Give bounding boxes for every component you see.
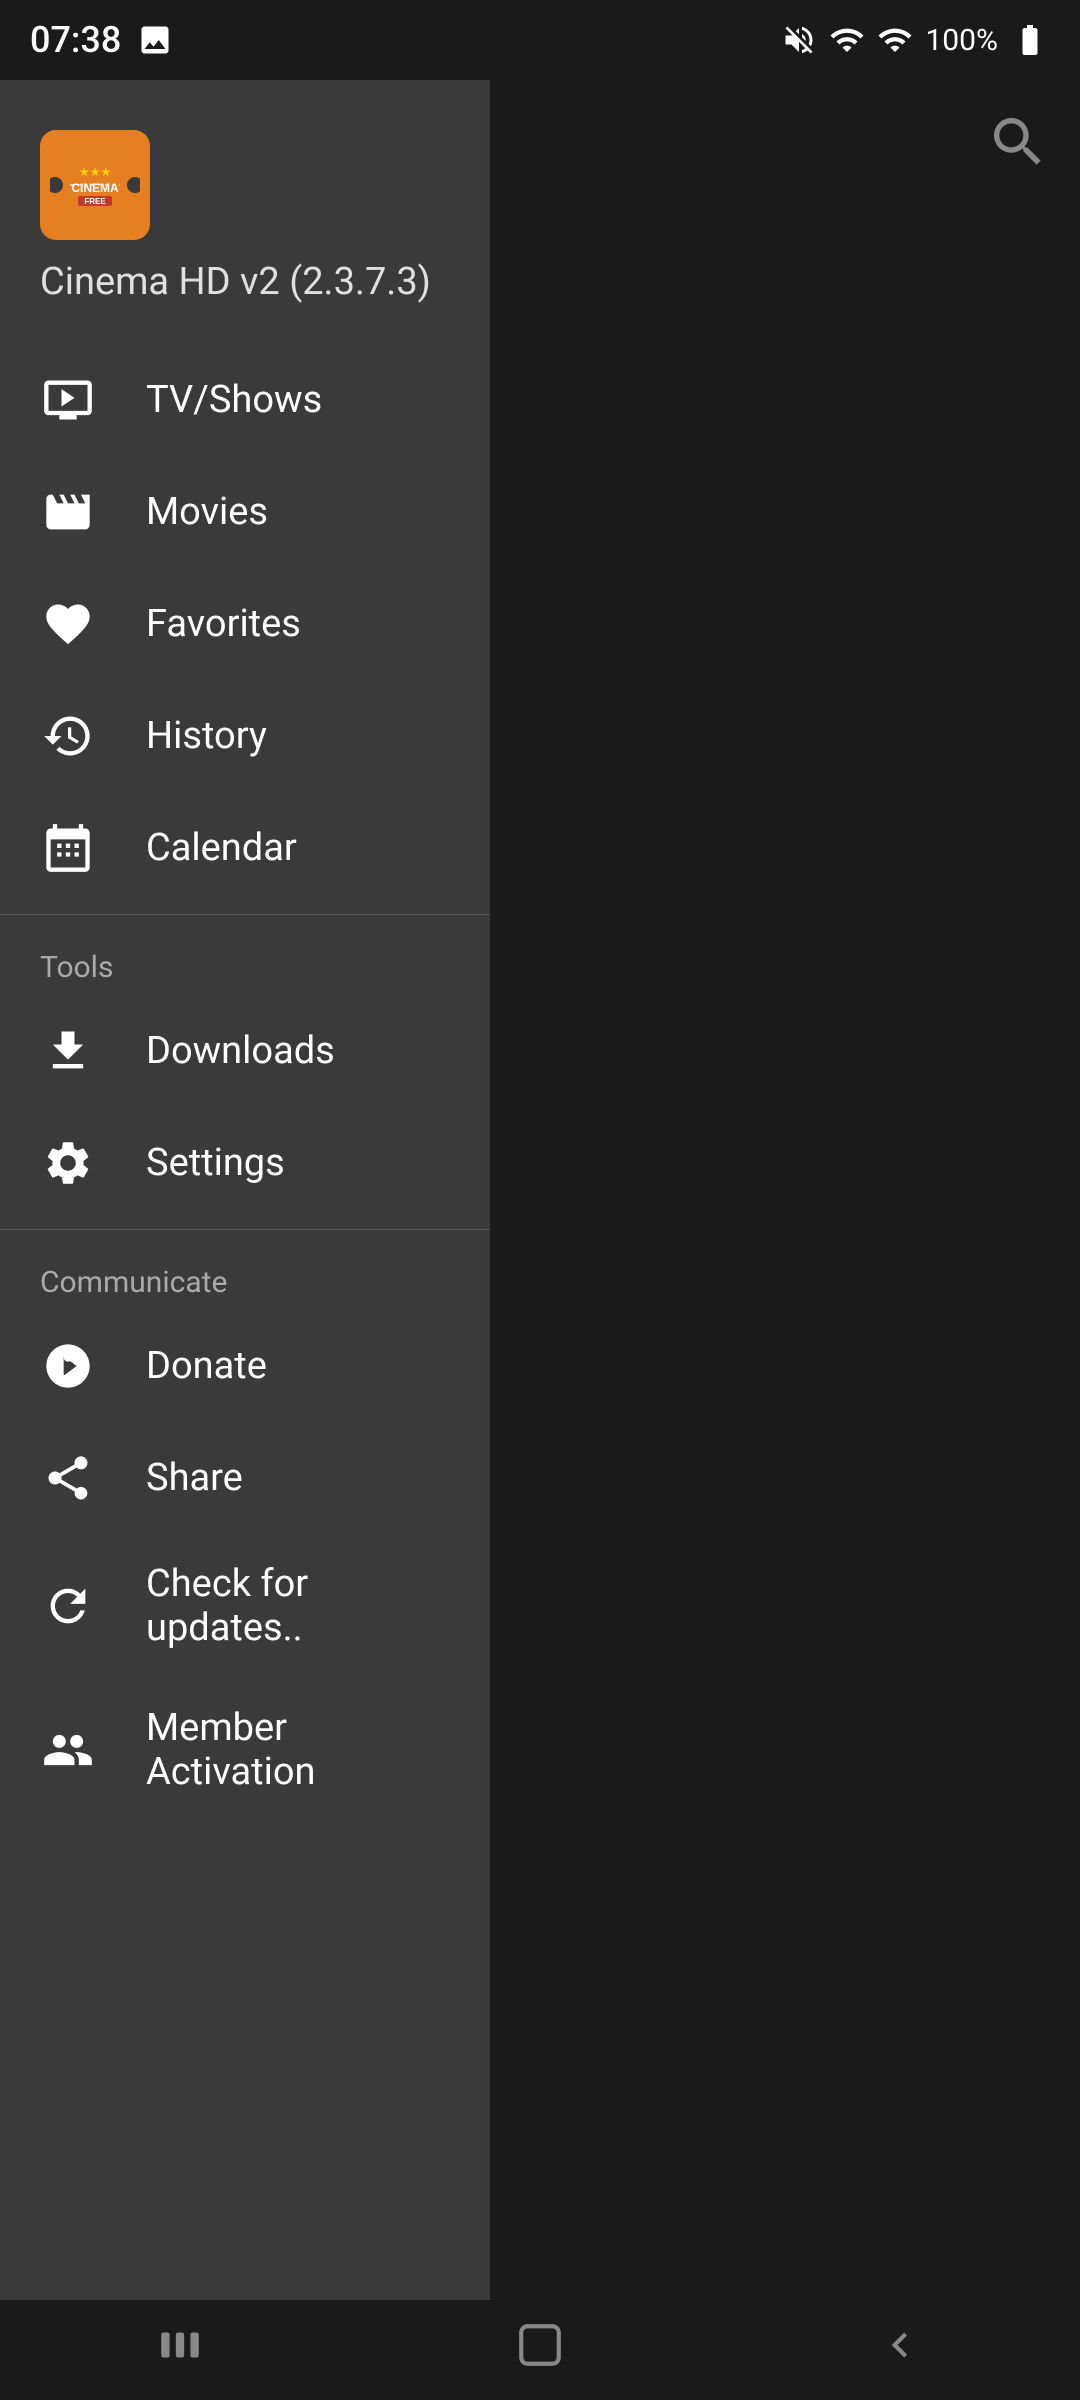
sidebar-item-tv-shows[interactable]: TV/Shows bbox=[0, 344, 490, 456]
donate-label: Donate bbox=[146, 1344, 267, 1388]
back-icon bbox=[875, 2320, 925, 2370]
download-icon bbox=[40, 1023, 96, 1079]
svg-text:★★★: ★★★ bbox=[79, 165, 111, 179]
battery-icon bbox=[1010, 22, 1050, 58]
app-logo: ★★★ CINEMA FREE bbox=[40, 130, 150, 240]
tools-divider bbox=[0, 914, 490, 915]
nav-back-button[interactable] bbox=[835, 2310, 965, 2391]
main-layout: ★★★ CINEMA FREE Cinema HD v2 (2.3.7.3) bbox=[0, 80, 1080, 2300]
svg-text:FREE: FREE bbox=[84, 197, 106, 206]
history-icon bbox=[40, 708, 96, 764]
sidebar-item-downloads[interactable]: Downloads bbox=[0, 995, 490, 1107]
app-header: ★★★ CINEMA FREE Cinema HD v2 (2.3.7.3) bbox=[0, 80, 490, 344]
refresh-icon bbox=[40, 1578, 96, 1634]
sidebar-item-donate[interactable]: Donate bbox=[0, 1310, 490, 1422]
calendar-label: Calendar bbox=[146, 826, 297, 870]
downloads-label: Downloads bbox=[146, 1029, 335, 1073]
status-time: 07:38 bbox=[30, 19, 121, 61]
sidebar-item-check-updates[interactable]: Check for updates.. bbox=[0, 1534, 490, 1678]
content-area bbox=[490, 80, 1080, 2300]
settings-icon bbox=[40, 1135, 96, 1191]
sidebar-item-history[interactable]: History bbox=[0, 680, 490, 792]
heart-icon bbox=[40, 596, 96, 652]
svg-text:CINEMA: CINEMA bbox=[71, 181, 119, 195]
tools-section-header: Tools bbox=[0, 925, 490, 995]
battery-level: 100% bbox=[925, 23, 998, 58]
share-label: Share bbox=[146, 1456, 243, 1500]
calendar-icon bbox=[40, 820, 96, 876]
check-updates-label: Check for updates.. bbox=[146, 1562, 450, 1650]
tv-shows-label: TV/Shows bbox=[146, 378, 322, 422]
sidebar-item-calendar[interactable]: Calendar bbox=[0, 792, 490, 904]
favorites-label: Favorites bbox=[146, 602, 301, 646]
sidebar: ★★★ CINEMA FREE Cinema HD v2 (2.3.7.3) bbox=[0, 80, 490, 2300]
logo-ticket-icon: ★★★ CINEMA FREE bbox=[50, 140, 140, 230]
search-icon bbox=[986, 110, 1050, 174]
group-icon bbox=[40, 1722, 96, 1778]
movies-icon bbox=[40, 484, 96, 540]
history-label: History bbox=[146, 714, 267, 758]
signal-icon bbox=[877, 22, 913, 58]
home-icon bbox=[515, 2320, 565, 2370]
member-activation-label: Member Activation bbox=[146, 1706, 450, 1794]
bottom-nav bbox=[0, 2300, 1080, 2400]
nav-menu-button[interactable] bbox=[115, 2310, 245, 2391]
communicate-section-header: Communicate bbox=[0, 1240, 490, 1310]
nav-home-button[interactable] bbox=[475, 2310, 605, 2391]
status-bar: 07:38 100% bbox=[0, 0, 1080, 80]
donate-icon bbox=[40, 1338, 96, 1394]
status-icons: 100% bbox=[781, 22, 1050, 58]
tv-icon bbox=[40, 372, 96, 428]
sidebar-item-member-activation[interactable]: Member Activation bbox=[0, 1678, 490, 1822]
search-button[interactable] bbox=[986, 110, 1050, 178]
mute-icon bbox=[781, 22, 817, 58]
sidebar-item-movies[interactable]: Movies bbox=[0, 456, 490, 568]
sidebar-item-favorites[interactable]: Favorites bbox=[0, 568, 490, 680]
nav-list: TV/Shows Movies Favorites bbox=[0, 344, 490, 904]
share-icon bbox=[40, 1450, 96, 1506]
image-icon bbox=[137, 22, 173, 58]
settings-label: Settings bbox=[146, 1141, 285, 1185]
menu-icon bbox=[155, 2320, 205, 2370]
sidebar-item-share[interactable]: Share bbox=[0, 1422, 490, 1534]
communicate-divider bbox=[0, 1229, 490, 1230]
movies-label: Movies bbox=[146, 490, 268, 534]
sidebar-item-settings[interactable]: Settings bbox=[0, 1107, 490, 1219]
app-title: Cinema HD v2 (2.3.7.3) bbox=[40, 260, 450, 304]
wifi-icon bbox=[829, 22, 865, 58]
